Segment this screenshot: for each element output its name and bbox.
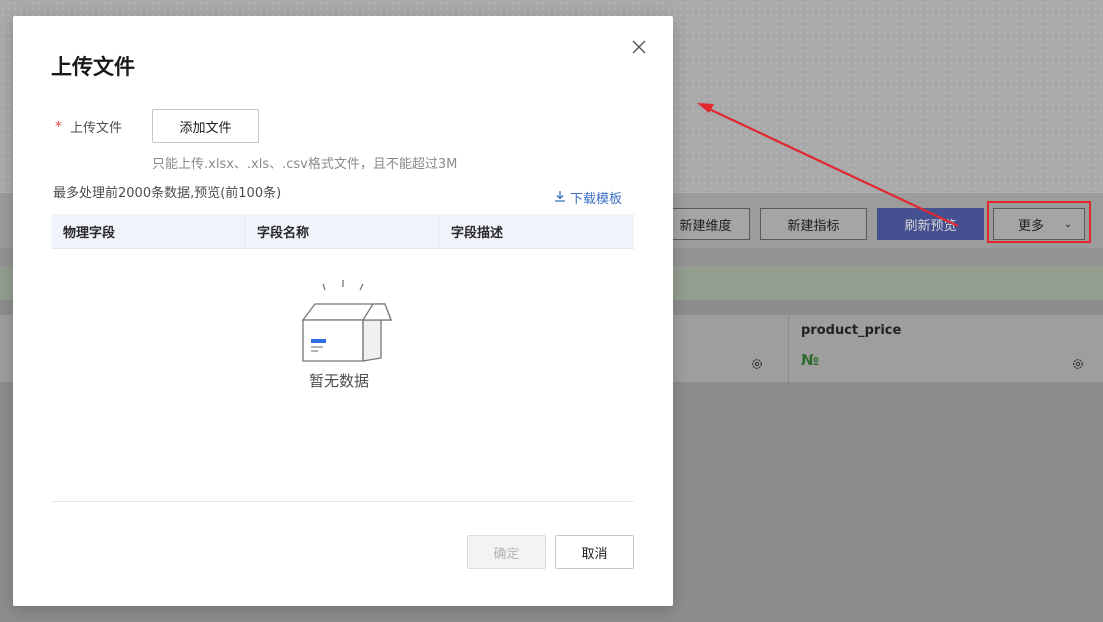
- refresh-preview-button[interactable]: 刷新预览: [877, 208, 984, 240]
- gear-icon[interactable]: [751, 358, 763, 370]
- cancel-button[interactable]: 取消: [555, 535, 634, 569]
- upload-file-label: 上传文件: [70, 121, 123, 136]
- column-divider: [788, 315, 789, 382]
- download-template-label: 下载模板: [570, 192, 623, 207]
- upload-dialog: 上传文件 * 上传文件 添加文件 只能上传.xlsx、.xls、.csv格式文件…: [13, 16, 673, 606]
- column-header-physical-field: 物理字段: [51, 214, 245, 248]
- new-dimension-button[interactable]: 新建维度: [661, 208, 750, 240]
- column-header-field-description: 字段描述: [451, 225, 504, 241]
- download-icon: [554, 190, 566, 206]
- empty-state-text: 暂无数据: [309, 372, 370, 390]
- file-format-hint: 只能上传.xlsx、.xls、.csv格式文件，且不能超过3M: [152, 157, 458, 172]
- field-type-icon: №: [801, 351, 820, 369]
- preview-table-header: 物理字段 字段名称 字段描述: [51, 214, 634, 249]
- new-metric-button[interactable]: 新建指标: [760, 208, 867, 240]
- max-rows-info: 最多处理前2000条数据,预览(前100条): [53, 186, 282, 201]
- gear-icon[interactable]: [1072, 358, 1084, 370]
- highlight-box: [987, 201, 1091, 243]
- dialog-title: 上传文件: [51, 55, 135, 79]
- empty-box-icon: [293, 278, 393, 368]
- field-name: product_price: [801, 323, 902, 338]
- confirm-button[interactable]: 确定: [467, 535, 546, 569]
- divider: [51, 501, 634, 502]
- required-mark: *: [55, 119, 62, 135]
- column-header-field-name: 字段名称: [245, 214, 439, 248]
- close-icon[interactable]: [630, 38, 648, 56]
- add-file-button[interactable]: 添加文件: [152, 109, 259, 143]
- download-template-link[interactable]: 下载模板: [554, 188, 622, 207]
